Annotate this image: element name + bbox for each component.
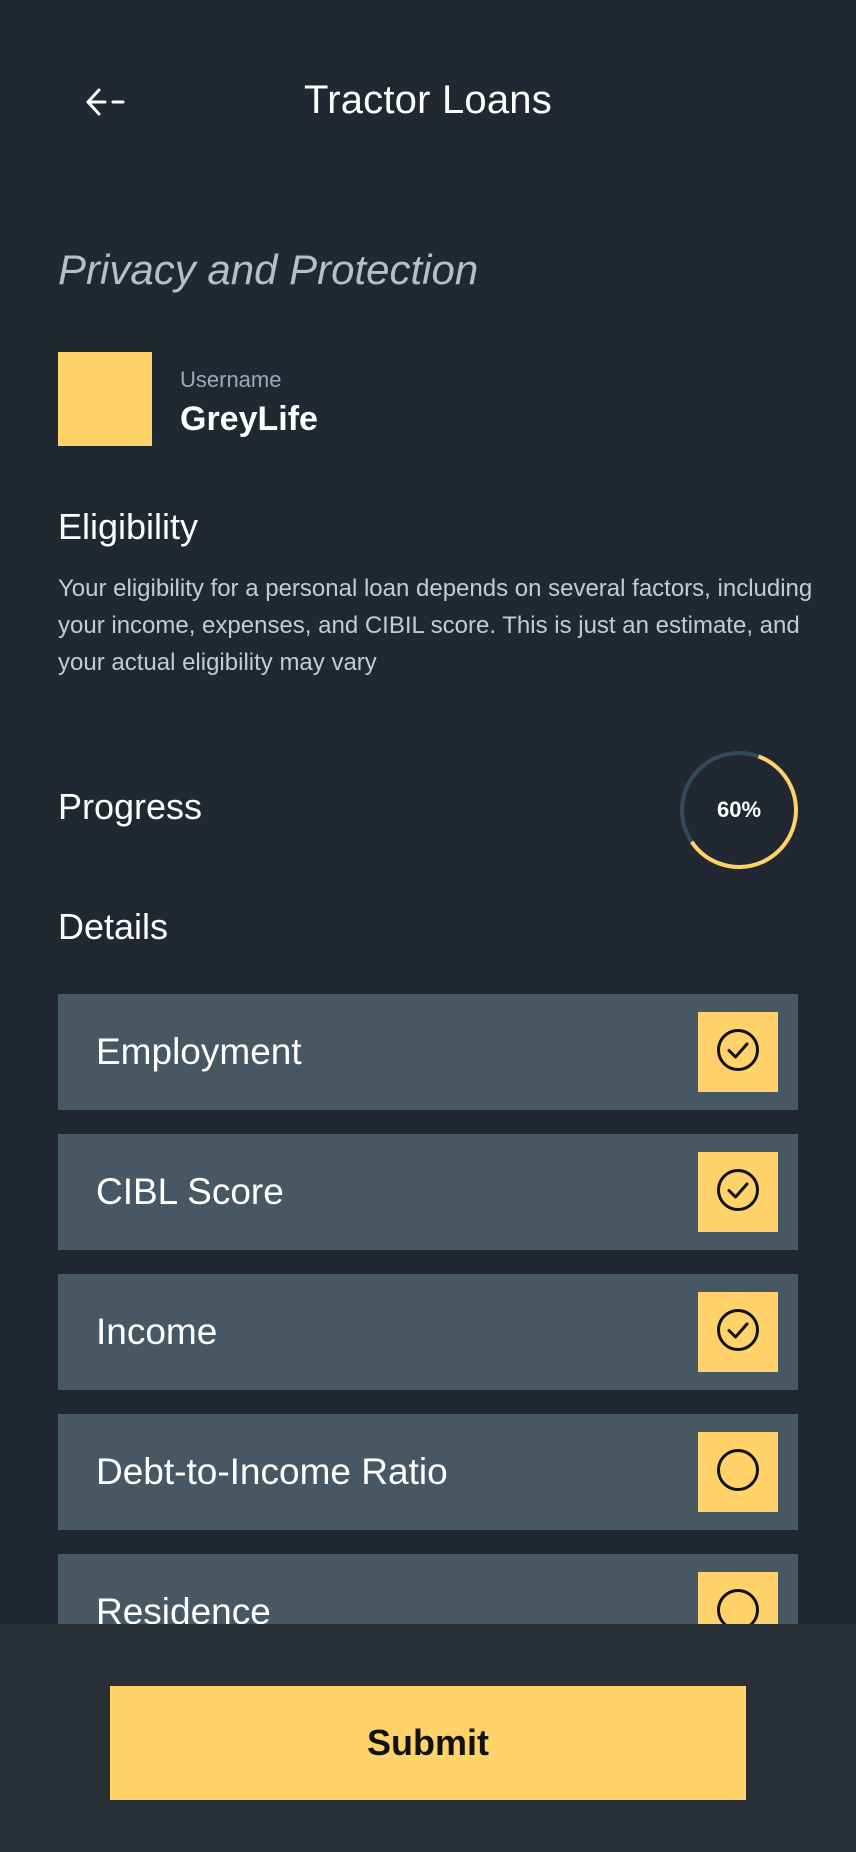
details-list: Employment CIBL Score Income Debt-to-Inc… bbox=[58, 994, 798, 1694]
detail-item-employment[interactable]: Employment bbox=[58, 994, 798, 1110]
progress-heading: Progress bbox=[58, 786, 203, 827]
page-title: Tractor Loans bbox=[304, 78, 552, 122]
detail-status-box[interactable] bbox=[698, 1152, 778, 1232]
app-header: Tractor Loans bbox=[0, 0, 856, 208]
username-value: GreyLife bbox=[180, 400, 318, 438]
detail-item-label: Employment bbox=[96, 1031, 302, 1072]
detail-item-label: CIBL Score bbox=[96, 1171, 284, 1212]
check-circle-icon bbox=[716, 1168, 760, 1217]
check-circle-icon bbox=[716, 1308, 760, 1357]
username-label: Username bbox=[180, 367, 282, 392]
detail-status-box[interactable] bbox=[698, 1292, 778, 1372]
footer-bar: Submit bbox=[0, 1624, 856, 1852]
empty-circle-icon bbox=[716, 1448, 760, 1497]
detail-status-box[interactable] bbox=[698, 1432, 778, 1512]
eligibility-heading: Eligibility bbox=[58, 506, 199, 547]
submit-button[interactable]: Submit bbox=[110, 1686, 746, 1800]
detail-item-label: Debt-to-Income Ratio bbox=[96, 1451, 448, 1492]
detail-status-box[interactable] bbox=[698, 1012, 778, 1092]
eligibility-description: Your eligibility for a personal loan dep… bbox=[58, 575, 813, 676]
privacy-section-title: Privacy and Protection bbox=[58, 246, 479, 293]
detail-item-income[interactable]: Income bbox=[58, 1274, 798, 1390]
detail-item-cibl-score[interactable]: CIBL Score bbox=[58, 1134, 798, 1250]
detail-item-label: Income bbox=[96, 1311, 218, 1352]
details-heading: Details bbox=[58, 906, 169, 947]
check-circle-icon bbox=[716, 1028, 760, 1077]
progress-percentage: 60% bbox=[716, 797, 762, 822]
progress-ring: 60% bbox=[678, 749, 800, 871]
avatar bbox=[58, 352, 152, 446]
detail-item-debt-to-income-ratio[interactable]: Debt-to-Income Ratio bbox=[58, 1414, 798, 1530]
